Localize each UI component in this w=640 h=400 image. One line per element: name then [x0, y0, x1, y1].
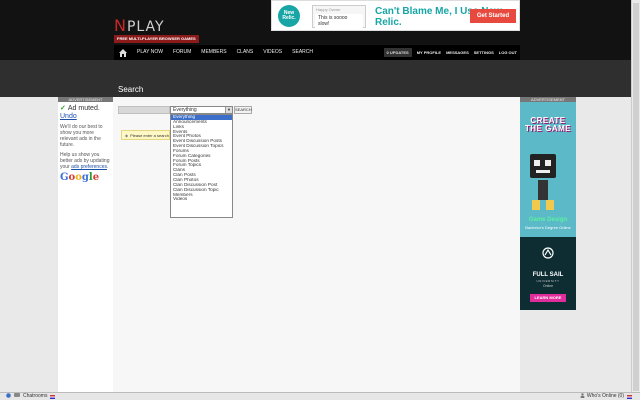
page-scrollbar[interactable] — [631, 0, 640, 392]
title-band — [0, 60, 640, 97]
nav-log-out[interactable]: LOG OUT — [499, 50, 517, 55]
nav-videos[interactable]: VIDEOS — [263, 45, 282, 60]
updates-badge[interactable]: 0 UPDATES — [383, 48, 412, 57]
chat-icon[interactable] — [14, 392, 20, 400]
right-ad[interactable]: ADVERTISEMENT CREATE THE GAME Game Desig… — [520, 97, 576, 310]
nav-messages[interactable]: MESSAGES — [446, 50, 469, 55]
ad-degree-text: Bachelor's Degree Online — [525, 225, 571, 230]
ad-create-the-game-title: CREATE THE GAME — [524, 116, 572, 133]
logo-text: PLAY — [126, 19, 165, 35]
full-sail-online: Online — [542, 284, 554, 288]
site-tagline: FREE MULTI-PLAYER BROWSER GAMES — [114, 35, 199, 43]
footer-left: Chatrooms — [6, 392, 56, 400]
ad-preferences-text: Help us show you better ads by updating … — [58, 148, 113, 170]
chevron-down-icon[interactable]: ▼ — [225, 107, 232, 113]
footer-bar: Chatrooms Who's Online (0) — [0, 392, 640, 400]
flag-icon[interactable] — [50, 394, 56, 399]
google-letter-6: e — [92, 172, 100, 183]
user-icon — [580, 392, 585, 400]
nav-search[interactable]: SEARCH — [292, 45, 313, 60]
search-button[interactable]: SEARCH — [234, 106, 252, 114]
google-letter-1: G — [60, 172, 69, 183]
undo-link[interactable]: Undo — [58, 113, 113, 120]
ad-muted-text: Ad muted. — [67, 105, 100, 112]
info-icon[interactable] — [6, 392, 11, 400]
ad-chat-message: This is soooo slow! — [315, 14, 363, 28]
ad-chat-header: Happy Owner — [316, 7, 341, 12]
top-banner-ad[interactable]: New Relic. Happy Owner This is soooo slo… — [271, 0, 520, 31]
chatrooms-link[interactable]: Chatrooms — [23, 393, 47, 400]
nav-settings[interactable]: SETTINGS — [474, 50, 494, 55]
ad-chat-bubble: Happy Owner This is soooo slow! — [312, 5, 366, 28]
nav-members[interactable]: MEMBERS — [201, 45, 226, 60]
flag-icon-right[interactable] — [627, 394, 632, 399]
search-input[interactable] — [118, 106, 170, 114]
logo-letter-n: N — [114, 16, 127, 35]
ad-get-started-button[interactable]: Get Started — [470, 9, 516, 23]
nav-forum[interactable]: FORUM — [173, 45, 191, 60]
new-relic-logo: New Relic. — [278, 5, 300, 27]
robot-icon — [530, 154, 556, 210]
ad-relevance-text: We'll do our best to show you more relev… — [60, 124, 103, 148]
search-type-dropdown: Everything Announcements Links Events Ev… — [170, 114, 233, 218]
scrollbar-thumb[interactable] — [633, 3, 639, 391]
search-notice-text: Please enter a search — [130, 133, 169, 138]
nav-clans[interactable]: CLANS — [237, 45, 254, 60]
full-sail-university: UNIVERSITY — [536, 279, 560, 283]
full-sail-logo-icon — [522, 247, 574, 261]
right-ad-label: ADVERTISEMENT — [520, 97, 576, 102]
nav-right: 0 UPDATES MY PROFILE MESSAGES SETTINGS L… — [383, 45, 517, 60]
google-letter-4: g — [81, 172, 89, 183]
footer-right: Who's Online (0) — [580, 392, 632, 400]
home-icon[interactable] — [118, 48, 128, 57]
full-sail-brand: FULL SAIL — [532, 272, 564, 278]
search-type-value: Everything — [173, 107, 197, 113]
nav-my-profile[interactable]: MY PROFILE — [417, 50, 441, 55]
ads-preferences-link[interactable]: ads preferences — [71, 164, 107, 170]
option-videos[interactable]: Videos — [171, 197, 232, 202]
left-ad: ADVERTISEMENT ✓ Ad muted. Undo We'll do o… — [58, 97, 113, 392]
site-logo[interactable]: NPLAY — [114, 16, 165, 35]
ad-game-design-heading: Game Design — [528, 217, 568, 223]
google-letter-3: o — [75, 172, 82, 183]
checkmark-icon: ✓ — [60, 105, 66, 112]
ad-help-period: . — [106, 164, 109, 170]
learn-more-button[interactable]: LEARN MORE — [530, 294, 566, 302]
whos-online-link[interactable]: Who's Online (0) — [587, 393, 624, 400]
search-type-select[interactable]: Everything ▼ — [170, 106, 233, 114]
search-notice: ◆ Please enter a search — [121, 130, 170, 140]
google-logo: Google — [58, 170, 113, 183]
nav-left: PLAY NOW FORUM MEMBERS CLANS VIDEOS SEAR… — [114, 45, 318, 60]
nav-play-now[interactable]: PLAY NOW — [137, 45, 163, 60]
page-title: Search — [118, 85, 144, 94]
warning-icon: ◆ — [125, 133, 129, 138]
ad-muted-message: ✓ Ad muted. — [58, 102, 113, 113]
main-nav: PLAY NOW FORUM MEMBERS CLANS VIDEOS SEAR… — [114, 45, 520, 60]
